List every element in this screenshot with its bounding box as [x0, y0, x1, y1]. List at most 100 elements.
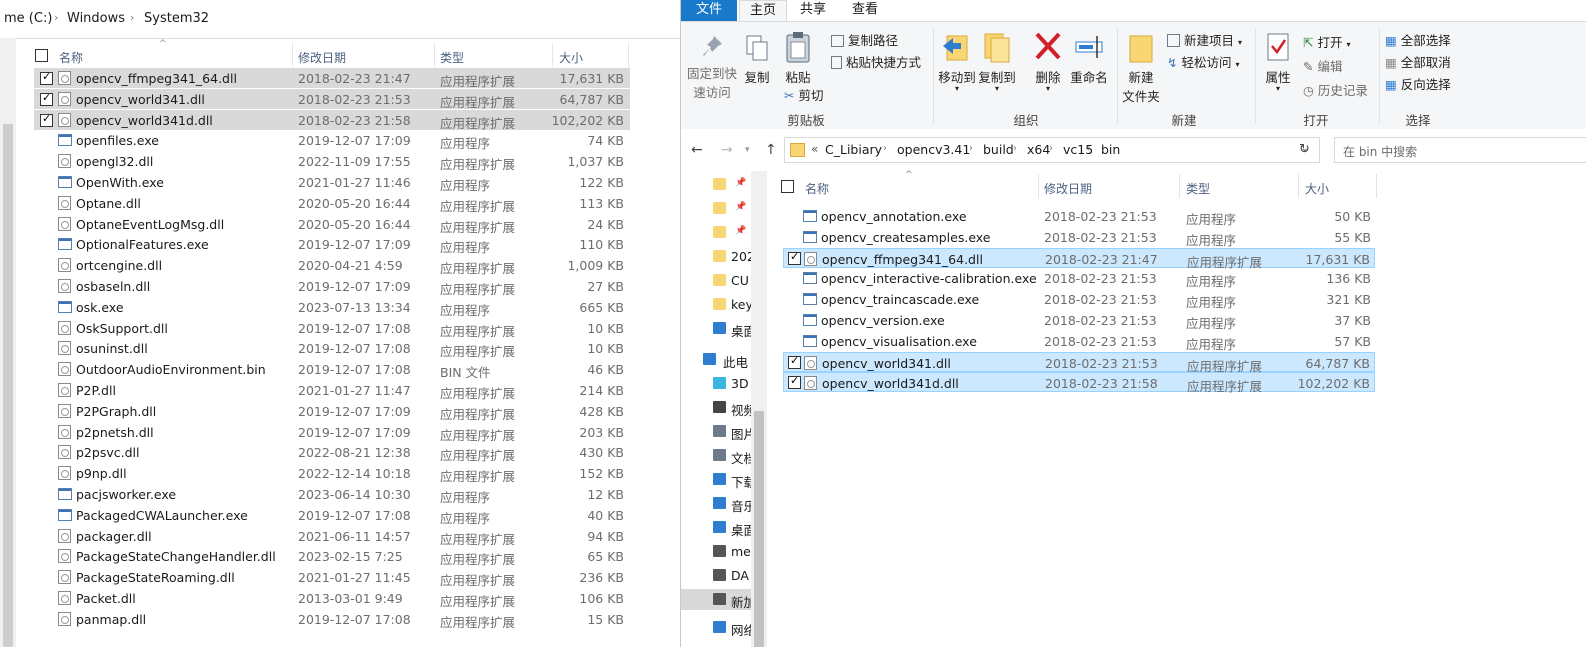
cut-button[interactable]: ✂ 剪切 [784, 85, 823, 104]
paste-button[interactable]: 粘贴 [781, 30, 815, 86]
nav-item[interactable]: 📌 [681, 222, 751, 243]
table-row[interactable]: OptionalFeatures.exe 2019-12-07 17:09 应用程序… [34, 234, 630, 255]
row-checkbox[interactable] [40, 112, 53, 127]
table-row[interactable]: Packet.dll 2013-03-01 9:49 应用程序扩展 106 KB [34, 588, 630, 609]
breadcrumb-segment[interactable]: opencv3.41 [897, 142, 970, 157]
properties-button[interactable]: 属性 ▾ [1261, 30, 1295, 93]
table-row[interactable]: osbaseln.dll 2019-12-07 17:09 应用程序扩展 27 KB [34, 276, 630, 297]
table-row[interactable]: opencv_createsamples.exe 2018-02-23 21:53… [783, 227, 1375, 248]
table-row[interactable]: panmap.dll 2019-12-07 17:08 应用程序扩展 15 KB [34, 609, 630, 630]
copy-path-button[interactable]: 复制路径 [831, 30, 898, 49]
nav-item[interactable]: 图片 [681, 421, 756, 442]
new-item-button[interactable]: 新建项目 ▾ [1167, 30, 1242, 49]
column-name[interactable]: 名称 [59, 49, 83, 66]
breadcrumb-system32[interactable]: System32 [144, 11, 209, 26]
nav-item[interactable]: 新加 [681, 589, 756, 610]
column-size[interactable]: 大小 [1305, 180, 1329, 197]
table-row[interactable]: Optane.dll 2020-05-20 16:44 应用程序扩展 113 KB [34, 193, 630, 214]
breadcrumb-segment[interactable]: bin [1101, 142, 1120, 157]
table-row[interactable]: opencv_visualisation.exe 2018-02-23 21:53… [783, 331, 1375, 352]
column-date[interactable]: 修改日期 [1044, 180, 1092, 197]
table-row[interactable]: P2PGraph.dll 2019-12-07 17:09 应用程序扩展 428 KB [34, 401, 630, 422]
address-bar[interactable]: me (C:) › Windows › System32 [0, 0, 680, 39]
copy-button[interactable]: 复制 [741, 34, 773, 86]
column-size[interactable]: 大小 [559, 49, 583, 66]
nav-item[interactable]: me [681, 541, 751, 562]
column-divider[interactable] [434, 43, 435, 67]
select-all-checkbox[interactable] [781, 180, 794, 193]
table-row[interactable]: OutdoorAudioEnvironment.bin 2019-12-07 17… [34, 359, 630, 380]
rename-button[interactable]: 重命名 [1067, 30, 1111, 86]
up-arrow-icon[interactable]: ↑ [765, 142, 777, 158]
address-bar[interactable]: « C_Libiary › opencv3.41 › build › x64 › vc15 › bi… [784, 137, 1320, 163]
refresh-icon[interactable]: ↻ [1299, 142, 1310, 157]
nav-item[interactable]: 📌 [681, 198, 751, 219]
column-divider[interactable] [552, 43, 553, 67]
table-row[interactable]: opencv_annotation.exe 2018-02-23 21:53 应用程… [783, 206, 1375, 227]
table-row[interactable]: opencv_interactive-calibration.exe 2018-0… [783, 268, 1375, 289]
table-row[interactable]: PackageStateChangeHandler.dll 2023-02-15 … [34, 546, 630, 567]
table-row[interactable]: p2pnetsh.dll 2019-12-07 17:09 应用程序扩展 203 KB [34, 422, 630, 443]
row-checkbox[interactable] [788, 354, 801, 369]
history-button[interactable]: ◷ 历史记录 [1303, 80, 1368, 99]
edit-button[interactable]: ✎ 编辑 [1303, 56, 1342, 75]
breadcrumb-segment[interactable]: build [983, 142, 1014, 157]
breadcrumb-segment[interactable]: x64 [1027, 142, 1050, 157]
nav-item[interactable]: 桌面 [681, 517, 756, 538]
table-row[interactable]: opencv_world341.dll2018-02-23 21:53应用程序扩… [34, 88, 630, 110]
select-none-button[interactable]: ▦ 全部取消 [1385, 52, 1451, 71]
table-row[interactable]: PackageStateRoaming.dll 2021-01-27 11:45 应… [34, 567, 630, 588]
table-row[interactable]: packager.dll 2021-06-11 14:57 应用程序扩展 94 KB [34, 526, 630, 547]
column-divider[interactable] [292, 43, 293, 67]
scrollbar-thumb[interactable] [3, 124, 13, 647]
table-row[interactable]: opencv_world341d.dll 2018-02-23 21:58 应用程序… [783, 372, 1375, 394]
nav-pane-scrollbar[interactable] [751, 171, 767, 647]
row-checkbox[interactable] [40, 91, 53, 106]
nav-item[interactable]: 网络 [681, 617, 756, 638]
search-input[interactable]: 在 bin 中搜索 [1334, 137, 1586, 163]
column-divider[interactable] [1298, 174, 1299, 198]
table-row[interactable]: PackagedCWALauncher.exe 2019-12-07 17:08 应… [34, 505, 630, 526]
table-row[interactable]: opencv_traincascade.exe 2018-02-23 21:53 应… [783, 289, 1375, 310]
invert-selection-button[interactable]: ▦ 反向选择 [1385, 74, 1451, 93]
tab-home[interactable]: 主页 [739, 0, 787, 21]
chevron-down-icon[interactable]: ▾ [745, 145, 750, 155]
column-divider[interactable] [1038, 174, 1039, 198]
breadcrumb-windows[interactable]: Windows [67, 11, 125, 26]
row-checkbox[interactable] [788, 374, 801, 390]
table-row[interactable]: opencv_world341.dll2018-02-23 21:53应用程序扩… [783, 351, 1375, 374]
column-divider[interactable] [628, 43, 629, 67]
column-divider[interactable] [1179, 174, 1180, 198]
column-date[interactable]: 修改日期 [298, 49, 346, 66]
row-checkbox[interactable] [788, 250, 801, 265]
table-row[interactable]: OpenWith.exe 2021-01-27 11:46 应用程序 122 KB [34, 172, 630, 193]
nav-item[interactable]: 视频 [681, 397, 756, 418]
delete-button[interactable]: 删除 ▾ [1031, 30, 1065, 93]
easy-access-button[interactable]: ↯ 轻松访问 ▾ [1167, 52, 1239, 71]
nav-item[interactable]: 202 [681, 246, 755, 267]
nav-item[interactable]: 文档 [681, 445, 756, 466]
nav-item[interactable]: 此电 [681, 349, 751, 370]
nav-item[interactable]: 下载 [681, 469, 756, 490]
pin-quick-access-button[interactable]: 固定到快 速访问 [685, 34, 739, 101]
table-row[interactable]: P2P.dll 2021-01-27 11:47 应用程序扩展 214 KB [34, 380, 630, 401]
table-row[interactable]: openfiles.exe 2019-12-07 17:09 应用程序 74 KB [34, 130, 630, 151]
breadcrumb-overflow[interactable]: « [811, 142, 818, 156]
column-type[interactable]: 类型 [1186, 180, 1210, 197]
tab-view[interactable]: 查看 [841, 0, 889, 21]
nav-item[interactable]: 音乐 [681, 493, 756, 514]
breadcrumb-drive[interactable]: me (C:) [4, 11, 52, 26]
nav-item[interactable]: key [681, 294, 753, 315]
table-row[interactable]: p9np.dll 2022-12-14 10:18 应用程序扩展 152 KB [34, 463, 630, 484]
table-row[interactable]: p2psvc.dll 2022-08-21 12:38 应用程序扩展 430 KB [34, 442, 630, 463]
row-checkbox[interactable] [40, 70, 53, 85]
forward-arrow-icon[interactable]: → [721, 142, 733, 158]
table-row[interactable]: ortcengine.dll 2020-04-21 4:59 应用程序扩展 1,009… [34, 255, 630, 276]
table-row[interactable]: osk.exe 2023-07-13 13:34 应用程序 665 KB [34, 297, 630, 318]
column-name[interactable]: 名称 [805, 180, 829, 197]
column-divider[interactable] [1376, 174, 1377, 198]
back-arrow-icon[interactable]: ← [691, 142, 703, 158]
nav-item[interactable]: CU [681, 270, 751, 291]
table-row[interactable]: opengl32.dll 2022-11-09 17:55 应用程序扩展 1,037 … [34, 151, 630, 172]
table-row[interactable]: osuninst.dll 2019-12-07 17:08 应用程序扩展 10 KB [34, 338, 630, 359]
